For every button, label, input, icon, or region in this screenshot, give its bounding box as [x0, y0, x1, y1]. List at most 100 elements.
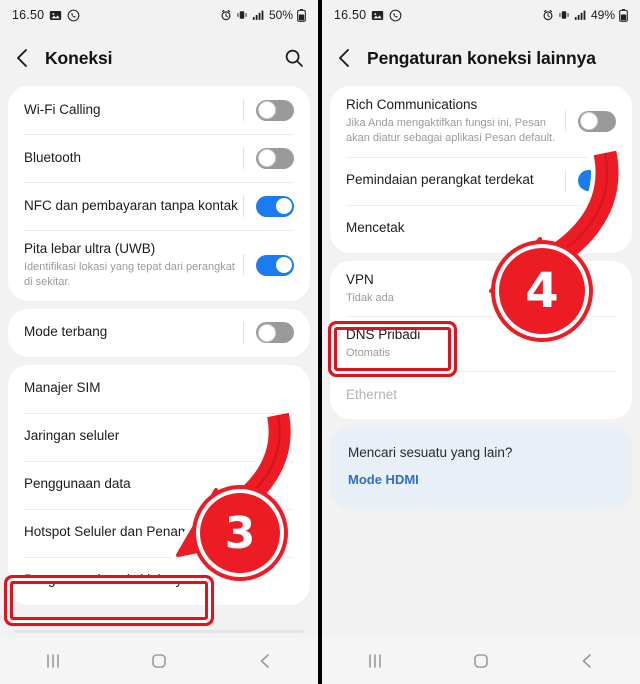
toggle-knob — [274, 197, 293, 215]
header-left: Koneksi — [0, 30, 318, 86]
row-text: Mode terbang — [24, 323, 243, 341]
home-icon[interactable] — [471, 652, 491, 670]
battery-icon — [619, 8, 628, 22]
left-phone-screen: 16.50 50% Koneksi Wi-Fi Calling Bluetoot… — [0, 0, 318, 684]
status-time: 16.50 — [334, 8, 367, 22]
row-text: Rich Communications Jika Anda mengaktifk… — [346, 96, 565, 147]
dual-screenshot-stage: 16.50 50% Koneksi Wi-Fi Calling Bluetoot… — [0, 0, 640, 684]
row-subtitle: Identifikasi lokasi yang tepat dari pera… — [24, 261, 235, 289]
alarm-icon — [220, 9, 232, 21]
list-item[interactable]: NFC dan pembayaran tanpa kontak — [8, 182, 310, 230]
divider — [243, 254, 244, 277]
back-nav-icon[interactable] — [577, 652, 597, 670]
row-text: DNS Pribadi Otomatis — [346, 326, 616, 361]
toggle-knob — [257, 101, 276, 119]
recents-icon[interactable] — [43, 652, 63, 670]
list-item[interactable]: Mode terbang — [8, 309, 310, 357]
row-title: Mencetak — [346, 220, 405, 236]
whatsapp-icon — [67, 9, 80, 22]
toggle-airplane-mode[interactable] — [256, 322, 294, 344]
row-text: Pita lebar ultra (UWB) Identifikasi loka… — [24, 240, 243, 291]
row-text: Manajer SIM — [24, 379, 294, 397]
status-left-cluster: 16.50 — [12, 8, 80, 22]
home-icon[interactable] — [149, 652, 169, 670]
list-item[interactable]: Rich Communications Jika Anda mengaktifk… — [330, 86, 632, 157]
row-subtitle: Jika Anda mengaktifkan fungsi ini, Pesan… — [346, 117, 556, 145]
divider — [243, 99, 244, 121]
alarm-icon — [542, 9, 554, 21]
header-right: Pengaturan koneksi lainnya — [322, 30, 640, 86]
row-title: Mode terbang — [24, 324, 108, 340]
row-text: Bluetooth — [24, 149, 243, 167]
status-bar-right: 16.50 49% — [322, 0, 640, 30]
row-text: Wi-Fi Calling — [24, 101, 243, 119]
list-item[interactable]: Pemindaian perangkat terdekat — [330, 156, 632, 205]
vibrate-icon — [558, 9, 570, 21]
status-bar-left: 16.50 50% — [0, 0, 318, 30]
toggle-knob — [257, 149, 276, 167]
page-title: Koneksi — [45, 47, 113, 68]
row-title: NFC dan pembayaran tanpa kontak — [24, 197, 238, 213]
battery-percent: 50% — [268, 8, 293, 22]
row-title: Rich Communications — [346, 97, 478, 112]
toggle-nfc[interactable] — [256, 195, 294, 217]
row-text: Jaringan seluler — [24, 427, 294, 445]
toggle-wifi-calling[interactable] — [256, 99, 294, 121]
settings-group-2: Mode terbang — [8, 308, 310, 357]
back-icon[interactable] — [336, 48, 353, 68]
toggle-rich-communications[interactable] — [578, 110, 616, 132]
vibrate-icon — [236, 9, 248, 21]
status-right-cluster: 50% — [220, 8, 306, 22]
android-navbar-left — [0, 638, 318, 684]
list-item-ethernet: Ethernet — [330, 371, 632, 419]
promo-link-mode-hdmi[interactable]: Mode HDMI — [348, 472, 419, 487]
signal-icon — [252, 9, 265, 21]
row-title: Jaringan seluler — [24, 428, 120, 444]
list-item[interactable]: Pita lebar ultra (UWB) Identifikasi loka… — [8, 230, 310, 301]
settings-list-right: Rich Communications Jika Anda mengaktifk… — [322, 86, 640, 510]
whatsapp-icon — [389, 9, 402, 22]
divider — [565, 169, 566, 192]
row-title: Bluetooth — [24, 149, 82, 165]
search-icon[interactable] — [284, 48, 304, 68]
row-text: Ethernet — [346, 386, 616, 404]
settings-group-1: Wi-Fi Calling Bluetooth NFC dan pembayar… — [8, 86, 310, 301]
scroll-indicator[interactable] — [14, 630, 304, 633]
row-subtitle: Otomatis — [346, 347, 391, 360]
list-item[interactable]: Wi-Fi Calling — [8, 86, 310, 134]
row-title: DNS Pribadi — [346, 326, 421, 342]
list-item-dns-pribadi[interactable]: DNS Pribadi Otomatis — [330, 315, 632, 371]
divider — [243, 321, 244, 344]
toggle-knob — [596, 171, 615, 190]
row-title: Pemindaian perangkat terdekat — [346, 172, 534, 188]
list-item[interactable]: Jaringan seluler — [8, 412, 310, 461]
row-text: Pemindaian perangkat terdekat — [346, 171, 565, 189]
toggle-bluetooth[interactable] — [256, 147, 294, 169]
divider — [243, 195, 244, 217]
row-title: Pita lebar ultra (UWB) — [24, 241, 156, 256]
recents-icon[interactable] — [365, 652, 385, 670]
divider — [243, 147, 244, 169]
list-item[interactable]: Manajer SIM — [8, 365, 310, 413]
row-text: Mencetak — [346, 219, 616, 237]
list-item[interactable]: Bluetooth — [8, 134, 310, 182]
status-time: 16.50 — [12, 8, 45, 22]
android-navbar-right — [322, 638, 640, 684]
promo-question: Mencari sesuatu yang lain? — [348, 445, 513, 461]
status-left-cluster: 16.50 — [334, 8, 402, 22]
divider — [565, 110, 566, 133]
signal-icon — [574, 9, 587, 21]
status-right-cluster: 49% — [542, 8, 628, 22]
battery-icon — [297, 8, 306, 22]
step-badge-4: 4 — [495, 244, 589, 338]
settings-group-1: Rich Communications Jika Anda mengaktifk… — [330, 86, 632, 253]
row-text: NFC dan pembayaran tanpa kontak — [24, 197, 243, 215]
toggle-nearby-device-scanning[interactable] — [578, 170, 616, 192]
page-title: Pengaturan koneksi lainnya — [367, 47, 596, 68]
gallery-icon — [49, 9, 62, 22]
toggle-uwb[interactable] — [256, 254, 294, 276]
back-nav-icon[interactable] — [255, 652, 275, 670]
list-item[interactable]: Mencetak — [330, 204, 632, 253]
back-icon[interactable] — [14, 48, 31, 68]
row-title: Ethernet — [346, 387, 398, 403]
